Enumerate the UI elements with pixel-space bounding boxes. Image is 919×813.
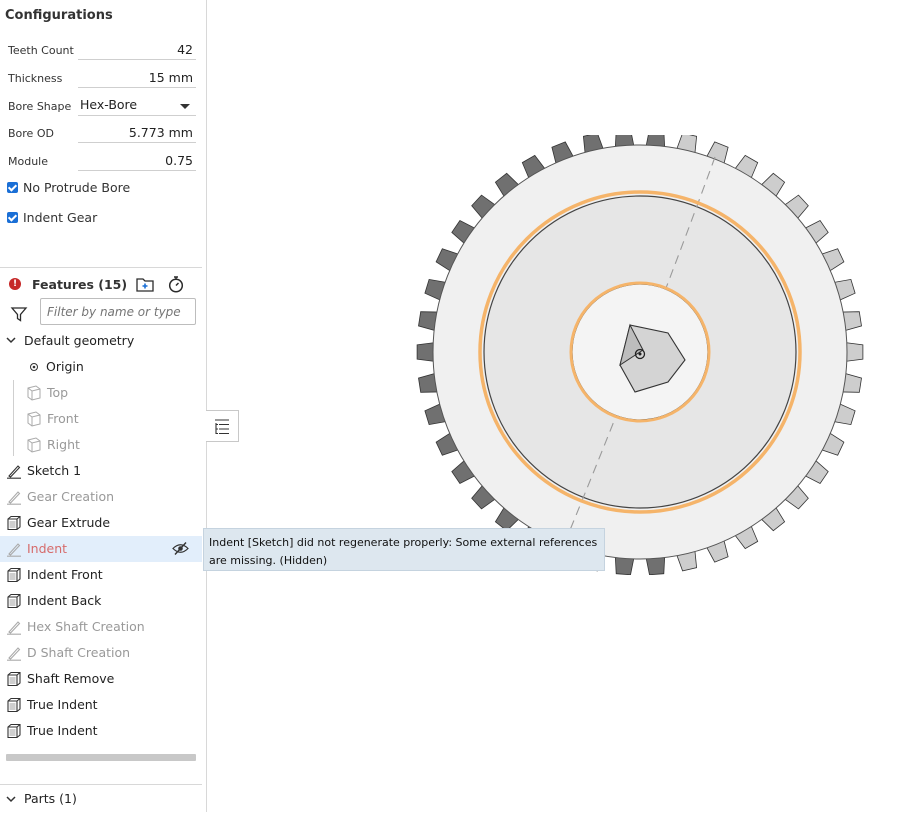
parts-label: Parts (1) (24, 791, 77, 806)
checkbox-indent-gear[interactable]: Indent Gear (7, 210, 97, 228)
config-label: Bore Shape (8, 100, 72, 113)
checkbox-checked-icon[interactable] (7, 182, 18, 193)
extrude-icon (7, 515, 21, 531)
feature-item[interactable]: Indent Front (0, 562, 202, 588)
origin-marker-dot (638, 352, 642, 356)
tree-label: Origin (46, 359, 84, 374)
config-bore-od[interactable]: Bore OD 5.773 mm (8, 123, 196, 143)
sketch-icon (7, 543, 21, 557)
tree-item-right-plane[interactable]: Right (0, 432, 202, 458)
extrude-icon (7, 723, 21, 739)
field-underline (78, 59, 196, 60)
eye-slash-icon[interactable] (172, 541, 189, 556)
chevron-down-icon[interactable] (6, 794, 16, 804)
sketch-icon (7, 465, 21, 479)
config-value[interactable]: 42 (177, 42, 193, 57)
config-bore-shape[interactable]: Bore Shape Hex-Bore (8, 96, 196, 116)
feature-label: D Shaft Creation (27, 645, 131, 660)
extrude-icon (7, 697, 21, 713)
config-label: Teeth Count (8, 44, 74, 57)
feature-label: Indent Front (27, 567, 103, 582)
stopwatch-icon[interactable] (167, 275, 185, 293)
tree-label: Right (47, 437, 80, 452)
feature-label: Indent Back (27, 593, 102, 608)
config-module[interactable]: Module 0.75 (8, 151, 196, 171)
feature-label: Sketch 1 (27, 463, 82, 478)
features-header: ! Features (15) (0, 274, 202, 296)
filter-input[interactable] (40, 298, 196, 325)
list-icon (215, 419, 229, 435)
configurations-title: Configurations (5, 8, 113, 23)
filter-icon[interactable] (10, 305, 28, 323)
config-label: Bore OD (8, 127, 54, 140)
field-underline (78, 87, 196, 88)
sketch-icon (7, 647, 21, 661)
error-icon[interactable]: ! (9, 278, 21, 290)
divider (0, 267, 202, 268)
plane-icon (27, 437, 41, 453)
config-value[interactable]: 5.773 mm (129, 125, 193, 140)
tree-label: Top (47, 385, 69, 400)
parts-section[interactable]: Parts (1) (0, 784, 202, 813)
feature-item[interactable]: Gear Creation (0, 484, 202, 510)
features-title: Features (15) (32, 277, 128, 292)
add-folder-icon[interactable] (136, 276, 154, 292)
bore-shape-select[interactable]: Hex-Bore (80, 97, 137, 112)
config-label: Module (8, 155, 48, 168)
feature-list-toggle-button[interactable] (206, 410, 239, 442)
plane-icon (27, 411, 41, 427)
extrude-icon (7, 593, 21, 609)
field-underline (78, 170, 196, 171)
feature-item[interactable]: D Shaft Creation (0, 640, 202, 666)
tree-label: Default geometry (24, 333, 135, 348)
chevron-down-icon[interactable] (180, 104, 190, 109)
config-label: Thickness (8, 72, 63, 85)
feature-label: Indent (27, 541, 68, 556)
sketch-icon (7, 621, 21, 635)
feature-sidebar: Configurations Teeth Count 42 Thickness … (0, 0, 207, 812)
error-tooltip: Indent [Sketch] did not regenerate prope… (203, 528, 605, 571)
feature-item[interactable]: Sketch 1 (0, 458, 202, 484)
checkbox-label: No Protrude Bore (23, 180, 131, 195)
horizontal-scrollbar[interactable] (6, 754, 196, 761)
feature-label: Shaft Remove (27, 671, 115, 686)
plane-icon (27, 385, 41, 401)
config-thickness[interactable]: Thickness 15 mm (8, 68, 196, 88)
feature-item[interactable]: True Indent (0, 718, 202, 744)
feature-item[interactable]: Shaft Remove (0, 666, 202, 692)
tree-item-front-plane[interactable]: Front (0, 406, 202, 432)
tree-label: Front (47, 411, 79, 426)
feature-item[interactable]: Hex Shaft Creation (0, 614, 202, 640)
origin-icon (30, 363, 38, 371)
feature-item-selected[interactable]: Indent (0, 536, 202, 562)
tree-group-default-geometry[interactable]: Default geometry (0, 328, 202, 354)
config-value[interactable]: 0.75 (165, 153, 193, 168)
tree-item-top-plane[interactable]: Top (0, 380, 202, 406)
checkbox-checked-icon[interactable] (7, 212, 18, 223)
field-underline (78, 115, 196, 116)
field-underline (78, 142, 196, 143)
feature-label: True Indent (27, 723, 98, 738)
config-teeth-count[interactable]: Teeth Count 42 (8, 40, 196, 60)
feature-label: Hex Shaft Creation (27, 619, 145, 634)
feature-label: Gear Creation (27, 489, 115, 504)
chevron-down-icon[interactable] (6, 335, 16, 345)
feature-item[interactable]: Indent Back (0, 588, 202, 614)
graphics-viewport[interactable] (400, 135, 880, 575)
config-value[interactable]: 15 mm (149, 70, 193, 85)
feature-item[interactable]: Gear Extrude (0, 510, 202, 536)
checkbox-label: Indent Gear (23, 210, 98, 225)
checkbox-no-protrude-bore[interactable]: No Protrude Bore (7, 180, 130, 198)
extrude-icon (7, 567, 21, 583)
feature-label: True Indent (27, 697, 98, 712)
feature-item[interactable]: True Indent (0, 692, 202, 718)
feature-label: Gear Extrude (27, 515, 111, 530)
extrude-icon (7, 671, 21, 687)
tree-item-origin[interactable]: Origin (0, 354, 202, 380)
sketch-icon (7, 491, 21, 505)
